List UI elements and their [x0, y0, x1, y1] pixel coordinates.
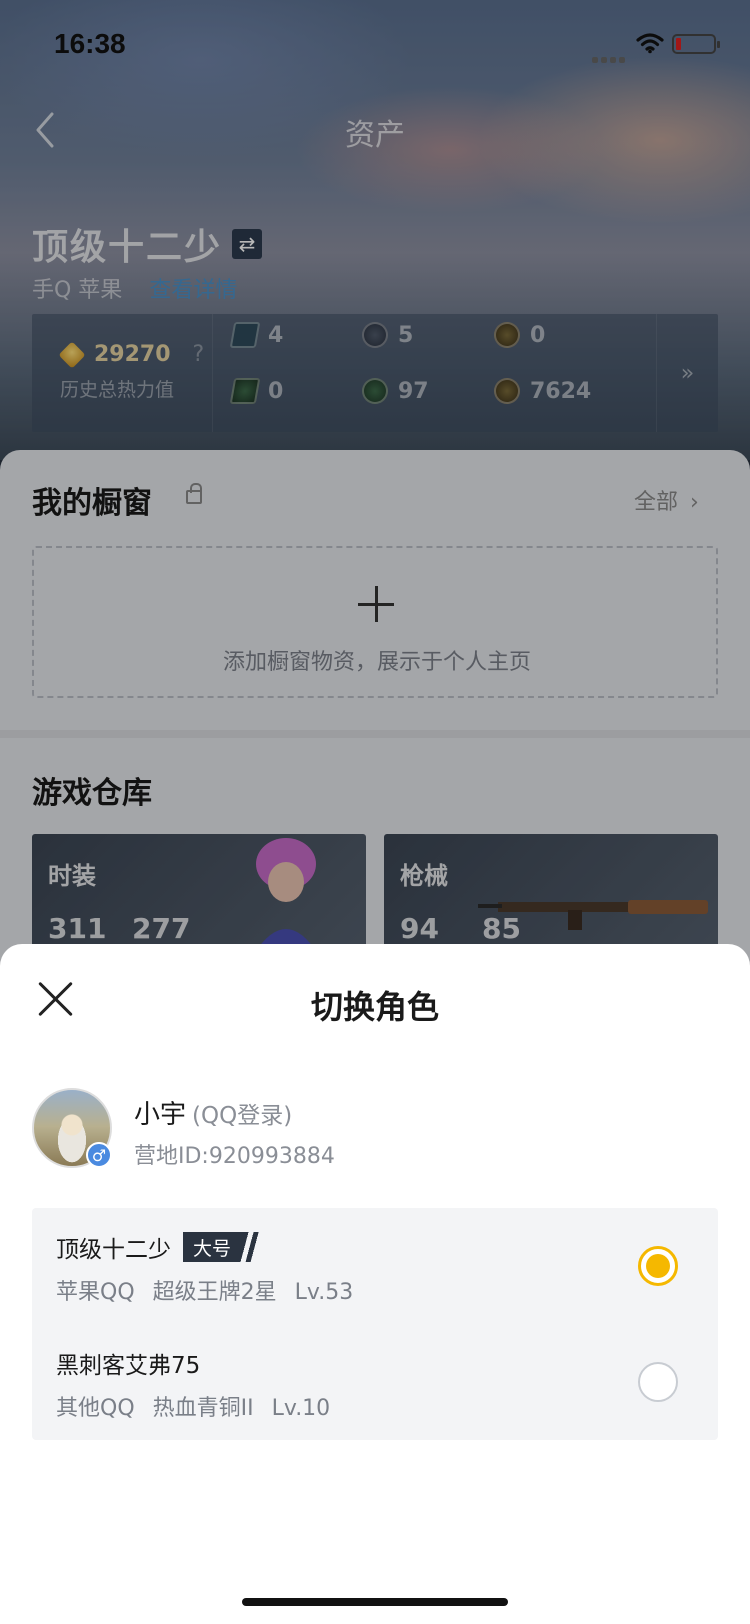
switch-role-sheet: 切换角色 ♂ 小宇 (QQ登录) 营地ID:920993884 顶级十二少 大号 … — [0, 944, 750, 1624]
sheet-title: 切换角色 — [310, 988, 439, 1026]
role-level: Lv.10 — [271, 1396, 331, 1421]
role-name: 顶级十二少 — [56, 1237, 171, 1263]
role-name: 黑刺客艾弗75 — [56, 1353, 201, 1379]
role-radio-selected[interactable] — [638, 1246, 678, 1286]
camp-id: 营地ID:920993884 — [134, 1144, 335, 1169]
role-item[interactable]: 黑刺客艾弗75 其他QQ 热血青铜II Lv.10 — [32, 1324, 718, 1440]
role-radio[interactable] — [638, 1362, 678, 1402]
role-platform: 苹果QQ — [56, 1280, 135, 1305]
role-meta: 苹果QQ 超级王牌2星 Lv.53 — [56, 1274, 371, 1306]
main-account-badge: 大号 — [183, 1232, 260, 1262]
role-level: Lv.53 — [294, 1280, 354, 1305]
profile-name-row: 小宇 (QQ登录) — [134, 1094, 292, 1131]
role-rank: 超级王牌2星 — [152, 1280, 277, 1305]
role-platform: 其他QQ — [56, 1396, 135, 1421]
role-list: 顶级十二少 大号 苹果QQ 超级王牌2星 Lv.53 黑刺客艾弗75 其他QQ 热血青… — [32, 1208, 718, 1440]
role-meta: 其他QQ 热血青铜II Lv.10 — [56, 1390, 348, 1422]
role-item[interactable]: 顶级十二少 大号 苹果QQ 超级王牌2星 Lv.53 — [32, 1208, 718, 1324]
login-type: (QQ登录) — [192, 1103, 293, 1129]
male-icon: ♂ — [86, 1142, 112, 1168]
home-indicator[interactable] — [242, 1598, 508, 1606]
profile-name: 小宇 — [134, 1100, 187, 1130]
account-profile: ♂ 小宇 (QQ登录) 营地ID:920993884 — [32, 1088, 718, 1178]
role-rank: 热血青铜II — [152, 1396, 254, 1421]
